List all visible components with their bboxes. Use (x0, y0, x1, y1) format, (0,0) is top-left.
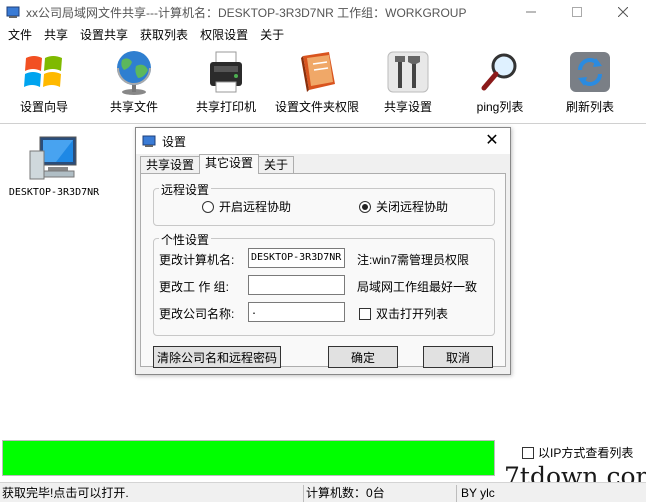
minimize-icon[interactable] (508, 0, 554, 24)
folder-permission-button[interactable]: 设置文件夹权限 (275, 48, 359, 115)
ok-button[interactable]: 确定 (328, 346, 398, 368)
dialog-app-icon (142, 135, 156, 147)
status-message: 获取完毕!点击可以打开. (2, 486, 129, 500)
share-printer-button[interactable]: 共享打印机 (196, 48, 256, 115)
ip-view-checkbox[interactable]: 以IP方式查看列表 (522, 444, 633, 461)
computer-name-label: 更改计算机名: (159, 253, 235, 267)
computer-name-field[interactable]: DESKTOP-3R3D7NR (248, 248, 345, 268)
window-title: xx公司局域网文件共享---计算机名：DESKTOP-3R3D7NR 工作组：W… (26, 5, 467, 20)
dialog-title-bar: 设置 ✕ (136, 128, 510, 154)
double-click-open-checkbox[interactable]: 双击打开列表 (359, 305, 448, 322)
menu-get-list[interactable]: 获取列表 (134, 24, 194, 46)
status-count: 计算机数：0台 (303, 485, 453, 502)
progress-fill (3, 441, 494, 475)
share-file-label: 共享文件 (110, 100, 159, 114)
personal-settings-group: 个性设置 更改计算机名: DESKTOP-3R3D7NR 注:win7需管理员权… (153, 231, 495, 336)
ip-view-box (522, 446, 534, 459)
remote-group-label: 远程设置 (159, 181, 212, 198)
menu-share-settings[interactable]: 设置共享 (74, 24, 134, 46)
menu-file[interactable]: 文件 (2, 24, 38, 46)
folder-book-icon (301, 52, 335, 92)
enable-remote-label: 开启远程协助 (219, 200, 292, 214)
double-click-open-box (359, 307, 371, 320)
menu-share[interactable]: 共享 (38, 24, 74, 46)
share-file-button[interactable]: 共享文件 (110, 48, 158, 115)
computer-name: DESKTOP-3R3D7NR (8, 187, 100, 198)
app-icon (6, 6, 20, 18)
ping-list-button[interactable]: ping列表 (476, 48, 524, 115)
folder-permission-label: 设置文件夹权限 (275, 100, 360, 114)
clear-company-button[interactable]: 清除公司名和远程密码 (153, 346, 281, 368)
windows-logo-icon (24, 56, 62, 87)
menu-bar: 文件 共享 设置共享 获取列表 权限设置 关于 (0, 24, 646, 46)
globe-icon (117, 51, 151, 95)
printer-icon (210, 51, 242, 93)
enable-remote-radio-circle (202, 200, 214, 213)
tab-panel: 远程设置 开启远程协助 关闭远程协助 个性设置 更改计算机名: DESKTOP-… (140, 173, 506, 368)
toolbar: 设置向导 共享文件 共享打印机 设置文件夹权限 共享设置 ping列表 刷新列表 (0, 46, 646, 124)
refresh-list-label: 刷新列表 (566, 100, 615, 114)
status-author: BY ylc (456, 485, 646, 502)
share-printer-label: 共享打印机 (196, 100, 257, 114)
workgroup-field[interactable] (248, 275, 345, 295)
enable-remote-radio[interactable]: 开启远程协助 (202, 198, 291, 215)
status-bar: 获取完毕!点击可以打开. 计算机数：0台 BY ylc (0, 482, 646, 502)
tools-icon (387, 51, 429, 93)
settings-dialog: 设置 ✕ 共享设置 其它设置 关于 远程设置 开启远程协助 关闭远程协助 个性设… (135, 127, 511, 375)
disable-remote-radio-circle (359, 200, 371, 213)
refresh-list-button[interactable]: 刷新列表 (566, 48, 614, 115)
company-name-label: 更改公司名称: (159, 307, 235, 321)
share-settings-label: 共享设置 (384, 100, 433, 114)
refresh-icon (570, 52, 610, 92)
progress-bar (2, 440, 495, 476)
dialog-close-icon[interactable]: ✕ (482, 130, 502, 150)
company-name-field[interactable]: . (248, 302, 345, 322)
title-bar: xx公司局域网文件共享---计算机名：DESKTOP-3R3D7NR 工作组：W… (0, 0, 646, 24)
ping-list-label: ping列表 (476, 100, 524, 114)
dialog-title: 设置 (162, 134, 187, 149)
maximize-icon[interactable] (554, 0, 600, 24)
ip-view-label: 以IP方式查看列表 (538, 446, 634, 460)
tab-about[interactable]: 关于 (258, 156, 295, 174)
dialog-tabs: 共享设置 其它设置 关于 (140, 154, 295, 174)
tab-share-settings[interactable]: 共享设置 (140, 156, 201, 174)
computer-item[interactable]: DESKTOP-3R3D7NR (4, 133, 104, 198)
computer-name-note: 注:win7需管理员权限 (357, 253, 470, 267)
share-settings-button[interactable]: 共享设置 (384, 48, 432, 115)
workgroup-label: 更改工 作 组: (159, 280, 230, 294)
magnifier-icon (481, 53, 517, 91)
computer-icon (29, 136, 77, 180)
workgroup-note: 局域网工作组最好一致 (357, 280, 478, 294)
personal-group-label: 个性设置 (159, 231, 212, 248)
disable-remote-label: 关闭远程协助 (376, 200, 449, 214)
menu-about[interactable]: 关于 (254, 24, 290, 46)
disable-remote-radio[interactable]: 关闭远程协助 (359, 198, 448, 215)
wizard-button[interactable]: 设置向导 (20, 48, 68, 115)
cancel-button[interactable]: 取消 (423, 346, 493, 368)
wizard-label: 设置向导 (20, 100, 69, 114)
remote-settings-group: 远程设置 开启远程协助 关闭远程协助 (153, 181, 495, 226)
double-click-open-label: 双击打开列表 (376, 307, 449, 321)
menu-permissions[interactable]: 权限设置 (194, 24, 254, 46)
close-icon[interactable] (600, 0, 646, 24)
tab-other-settings[interactable]: 其它设置 (199, 154, 260, 174)
